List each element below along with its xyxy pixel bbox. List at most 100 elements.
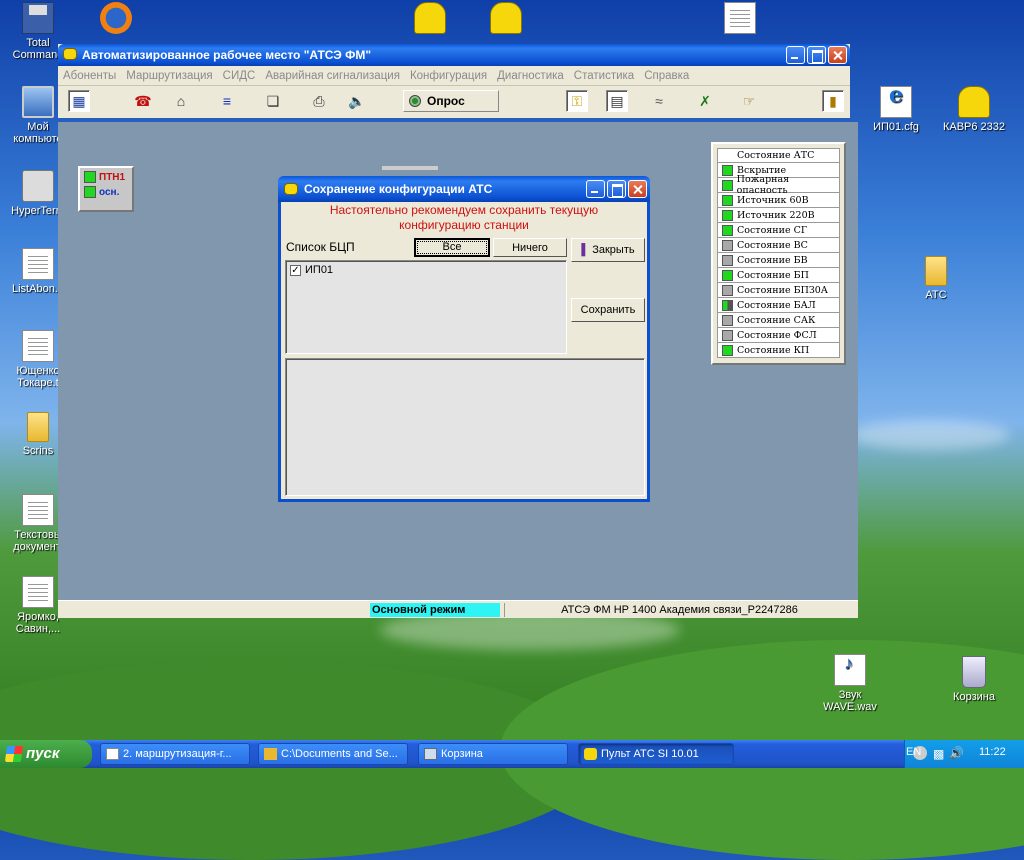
menu-help[interactable]: Справка bbox=[639, 70, 694, 82]
key-icon[interactable]: ⚿ bbox=[566, 90, 588, 112]
state-label: Состояние СГ bbox=[737, 224, 808, 236]
desktop-icon-textfile[interactable] bbox=[704, 2, 776, 37]
task-label: Пульт АТС SI 10.01 bbox=[601, 748, 699, 760]
state-led bbox=[722, 239, 733, 251]
antenna-icon[interactable]: ≈ bbox=[648, 90, 670, 112]
poll-button[interactable]: Опрос bbox=[403, 90, 499, 112]
hand-icon[interactable]: ☞ bbox=[738, 90, 760, 112]
state-row[interactable]: Состояние СГ bbox=[717, 223, 840, 238]
language-indicator[interactable]: EN bbox=[906, 746, 921, 758]
close-button[interactable]: ▌ Закрыть bbox=[571, 238, 645, 262]
station-list: ✓ ИП01 bbox=[285, 260, 567, 354]
task-label: Корзина bbox=[441, 748, 483, 760]
state-label: Состояние БП bbox=[737, 269, 809, 281]
task-label: 2. маршрутизация-г... bbox=[123, 748, 232, 760]
state-row[interactable]: Состояние ВС bbox=[717, 238, 840, 253]
log-output-area[interactable] bbox=[285, 358, 645, 496]
dialog-minimize-button[interactable] bbox=[586, 180, 605, 198]
menu-routing[interactable]: Маршрутизация bbox=[121, 70, 217, 82]
state-row[interactable]: Состояние ФСЛ bbox=[717, 328, 840, 343]
house-icon[interactable]: ⌂ bbox=[170, 90, 192, 112]
state-label: Источник 60В bbox=[737, 194, 809, 206]
state-led bbox=[722, 179, 733, 191]
taskbar-task-ats-console[interactable]: Пульт АТС SI 10.01 bbox=[578, 743, 734, 765]
menu-statistics[interactable]: Статистика bbox=[569, 70, 639, 82]
app-titlebar[interactable]: Автоматизированное рабочее место "АТСЭ Ф… bbox=[58, 44, 850, 66]
fax-icon[interactable]: ⎙ bbox=[308, 90, 330, 112]
app-maximize-button[interactable] bbox=[807, 46, 826, 64]
state-row[interactable]: Состояние БАЛ bbox=[717, 298, 840, 313]
phone-icon bbox=[584, 748, 597, 760]
exit-door-icon[interactable]: ▮ bbox=[822, 90, 844, 112]
volume-icon[interactable]: 🔊 bbox=[949, 746, 964, 760]
folder-icon bbox=[264, 748, 277, 760]
folder-icon bbox=[925, 256, 947, 286]
folder-icon bbox=[27, 412, 49, 442]
save-button[interactable]: Сохранить bbox=[571, 298, 645, 322]
app-window: Автоматизированное рабочее место "АТСЭ Ф… bbox=[58, 44, 850, 118]
state-label: Состояние БАЛ bbox=[737, 299, 816, 311]
speaker-icon[interactable]: 🔈 bbox=[346, 90, 368, 112]
state-panel: Состояние АТС Вскрытие Пожарная опасност… bbox=[711, 142, 846, 365]
document-icon bbox=[106, 748, 119, 760]
desktop-icon-ip01-cfg[interactable]: ИП01.cfg bbox=[860, 86, 932, 133]
poll-label: Опрос bbox=[427, 94, 465, 108]
state-label: Состояние ВС bbox=[737, 239, 808, 251]
menu-sids[interactable]: СИДС bbox=[218, 70, 261, 82]
state-row[interactable]: Состояние САК bbox=[717, 313, 840, 328]
state-row[interactable]: Состояние БВ bbox=[717, 253, 840, 268]
telephone-icon[interactable]: ☎ bbox=[132, 90, 154, 112]
desktop-icon-ats-folder[interactable]: АТС bbox=[900, 256, 972, 301]
desktop-icon-label: Звук WAVE.wav bbox=[823, 689, 877, 713]
state-label: Источник 220В bbox=[737, 209, 815, 221]
state-row[interactable]: Состояние БП bbox=[717, 268, 840, 283]
dialog-titlebar[interactable]: Сохранение конфигурации АТС bbox=[278, 176, 650, 202]
desktop-icon-phone-2[interactable] bbox=[470, 2, 542, 37]
select-none-button[interactable]: Ничего bbox=[493, 238, 567, 257]
state-row[interactable]: Источник 220В bbox=[717, 208, 840, 223]
taskbar-task-recycle-bin[interactable]: Корзина bbox=[418, 743, 568, 765]
ptn-panel[interactable]: ПТН1 осн. bbox=[78, 166, 134, 212]
notepad-icon[interactable]: ▤ bbox=[606, 90, 628, 112]
save-config-dialog: Сохранение конфигурации АТС Настоятельно… bbox=[278, 176, 650, 502]
table-icon[interactable]: ▦ bbox=[68, 90, 90, 112]
desktop-icon-firefox[interactable] bbox=[80, 2, 152, 37]
menu-alarm[interactable]: Аварийная сигнализация bbox=[260, 70, 405, 82]
taskbar-task-explorer[interactable]: C:\Documents and Se... bbox=[258, 743, 408, 765]
menu-subscribers[interactable]: Абоненты bbox=[58, 70, 121, 82]
documents-icon[interactable]: ❏ bbox=[262, 90, 284, 112]
dialog-close-button[interactable] bbox=[628, 180, 647, 198]
checkbox-checked-icon[interactable]: ✓ bbox=[290, 264, 301, 276]
network-icon[interactable]: ▩ bbox=[933, 747, 944, 761]
tool-icon[interactable]: ✗ bbox=[694, 90, 716, 112]
menu-configuration[interactable]: Конфигурация bbox=[405, 70, 492, 82]
app-close-button[interactable] bbox=[828, 46, 847, 64]
app-menubar: Абоненты Маршрутизация СИДС Аварийная си… bbox=[58, 66, 850, 86]
state-row[interactable]: Состояние БПЗ0А bbox=[717, 283, 840, 298]
start-button[interactable]: пуск bbox=[0, 740, 92, 768]
desktop-icon-label: КАВР6 2332 bbox=[942, 121, 1006, 133]
state-led bbox=[722, 284, 733, 296]
station-item-label: ИП01 bbox=[305, 264, 334, 276]
station-list-item[interactable]: ✓ ИП01 bbox=[286, 261, 566, 279]
dialog-phone-icon bbox=[284, 183, 298, 195]
desktop-icon-kavr6[interactable]: КАВР6 2332 bbox=[938, 86, 1010, 133]
state-label: Пожарная опасность bbox=[736, 174, 790, 196]
taskbar-task-routing[interactable]: 2. маршрутизация-г... bbox=[100, 743, 250, 765]
state-row[interactable]: Пожарная опасность bbox=[717, 174, 840, 196]
audio-file-icon bbox=[834, 654, 866, 686]
state-row[interactable]: Состояние КП bbox=[717, 343, 840, 358]
computer-icon bbox=[22, 86, 54, 118]
desktop-icon-wave[interactable]: Звук WAVE.wav bbox=[814, 654, 886, 713]
desktop-icon-phone-1[interactable] bbox=[394, 2, 466, 37]
dialog-maximize-button[interactable] bbox=[607, 180, 626, 198]
phone-icon bbox=[958, 86, 990, 118]
select-all-button[interactable]: Все bbox=[414, 238, 490, 257]
app-minimize-button[interactable] bbox=[786, 46, 805, 64]
desktop-icon-label: ИП01.cfg bbox=[873, 121, 919, 133]
routing-icon[interactable]: ≡ bbox=[216, 90, 238, 112]
document-icon bbox=[22, 576, 54, 608]
menu-diagnostics[interactable]: Диагностика bbox=[492, 70, 569, 82]
state-row[interactable]: Состояние АТС bbox=[717, 148, 840, 163]
desktop-icon-recycle-bin[interactable]: Корзина bbox=[938, 656, 1010, 703]
